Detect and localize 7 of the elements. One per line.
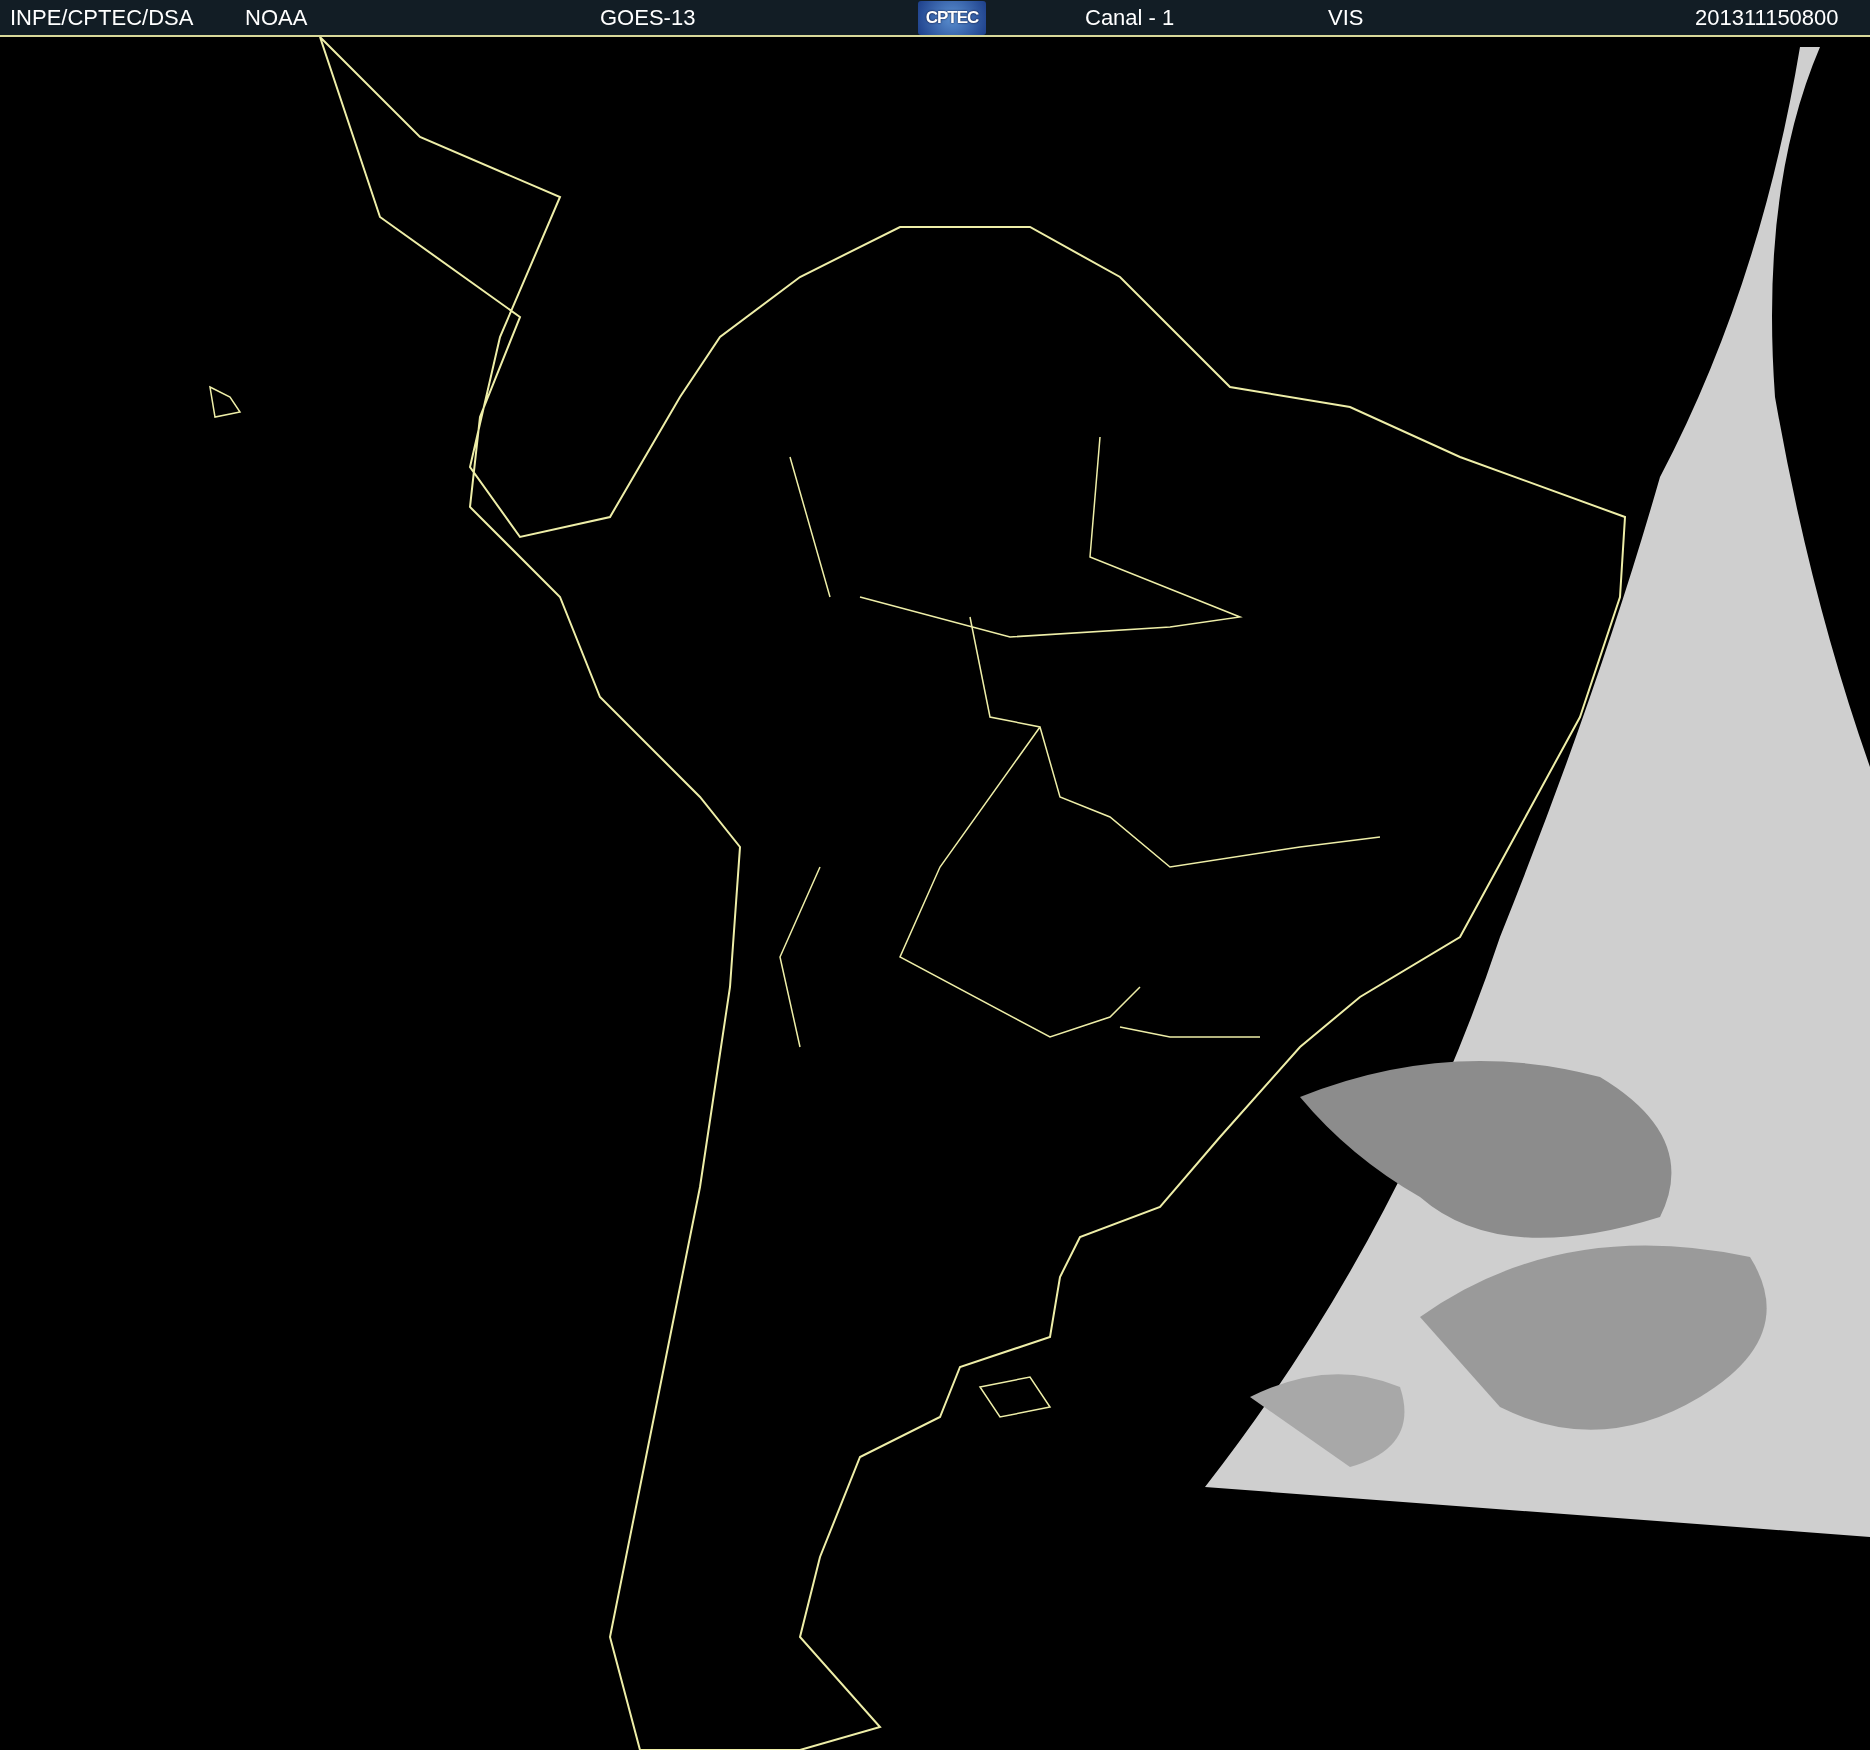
band-label: VIS — [1328, 4, 1365, 31]
source-label: INPE/CPTEC/DSA — [10, 4, 195, 31]
logo-text: CPTEC — [925, 7, 979, 28]
agency-label: NOAA — [245, 4, 309, 31]
channel-label: Canal - 1 — [1085, 4, 1176, 31]
timestamp-label: 201311150800 — [1695, 4, 1840, 31]
satellite-label: GOES-13 — [600, 4, 697, 31]
